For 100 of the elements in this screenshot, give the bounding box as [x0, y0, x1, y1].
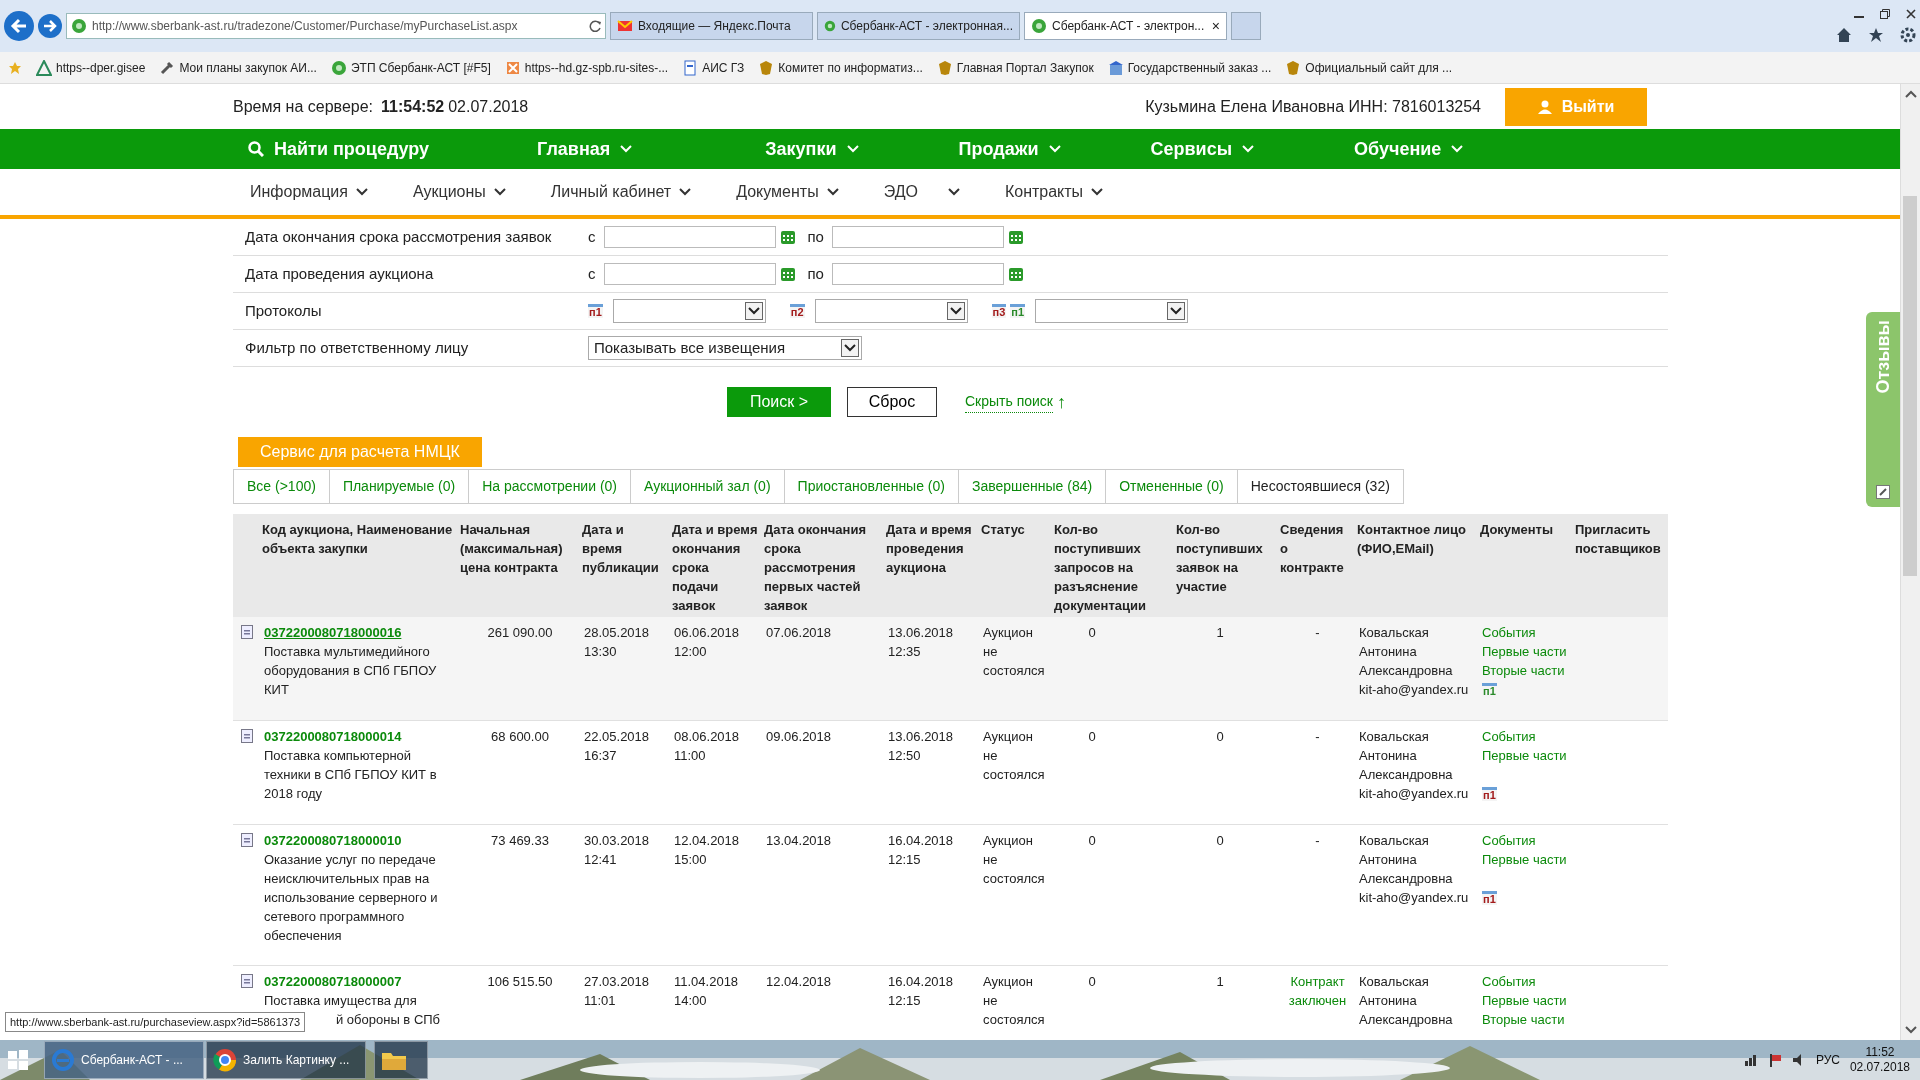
status-tab[interactable]: Несостоявшиеся (32) — [1236, 469, 1404, 504]
close-icon[interactable] — [1906, 9, 1916, 19]
taskbar-app[interactable]: Сбербанк-АСТ - ... — [44, 1041, 204, 1079]
address-bar[interactable]: http://www.sberbank-ast.ru/tradezone/Customer/Purchase/myPurchaseList.aspx — [66, 13, 606, 39]
taskbar-app[interactable] — [374, 1041, 428, 1079]
date-from-field[interactable] — [603, 263, 776, 285]
calendar-icon[interactable] — [1007, 229, 1024, 245]
status-tab[interactable]: Все (>100) — [233, 469, 330, 504]
home-icon[interactable] — [1836, 27, 1852, 43]
search-button[interactable]: Поиск > — [727, 387, 831, 417]
language-indicator[interactable]: РУС — [1815, 1051, 1840, 1069]
document-icon[interactable] — [240, 729, 254, 743]
scroll-down-icon[interactable] — [1904, 1026, 1917, 1034]
hide-search-link[interactable]: Скрыть поиск — [965, 391, 1053, 413]
document-link[interactable]: Первые части — [1482, 746, 1567, 765]
status-tab[interactable]: Аукционный зал (0) — [630, 469, 785, 504]
status-tab[interactable]: Завершенные (84) — [957, 469, 1107, 504]
settings-icon[interactable] — [1900, 27, 1916, 43]
bookmark-link[interactable]: https--dper.gisee — [56, 58, 146, 77]
to-label: по — [807, 263, 824, 284]
browser-tab[interactable]: Сбербанк-АСТ - электронная... — [817, 12, 1020, 40]
forward-button[interactable] — [38, 14, 62, 38]
document-link[interactable]: Первые части — [1482, 850, 1567, 869]
bookmark-link[interactable]: ЭТП Сбербанк-АСТ [#F5] — [350, 58, 491, 77]
contact-email: kit-aho@yandex.ru — [1359, 889, 1470, 907]
bookmark-link[interactable]: Официальный сайт для ... — [1305, 58, 1453, 77]
status-tab[interactable]: На рассмотрении (0) — [468, 469, 631, 504]
status-tab[interactable]: Приостановленные (0) — [783, 469, 959, 504]
date-to-field[interactable] — [831, 263, 1004, 285]
document-link[interactable]: Вторые части — [1482, 1010, 1565, 1029]
calendar-icon[interactable] — [1007, 266, 1024, 282]
document-icon[interactable] — [240, 833, 254, 847]
status-tab[interactable]: Отмененные (0) — [1105, 469, 1238, 504]
auction-code-link[interactable]: 0372200080718000010 — [264, 831, 402, 850]
auction-code-link[interactable]: 0372200080718000007 — [264, 972, 402, 991]
document-link[interactable]: События — [1482, 972, 1536, 991]
network-icon[interactable] — [1743, 1053, 1758, 1067]
bookmark-link[interactable]: Государственный заказ ... — [1127, 58, 1272, 77]
protocol-icon[interactable]: п2 — [789, 304, 805, 318]
browser-tab[interactable]: Сбербанк-АСТ - электрон... × — [1024, 12, 1227, 40]
document-link[interactable]: Вторые части — [1482, 661, 1565, 680]
column-header: Пригласить поставщиков — [1575, 521, 1662, 558]
auction-code-link[interactable]: 0372200080718000014 — [264, 727, 402, 746]
date-from-field[interactable] — [603, 226, 776, 248]
protocol-icon[interactable]: п1 — [1482, 683, 1497, 697]
protocol-icon[interactable]: п1 — [588, 304, 603, 318]
flag-icon[interactable] — [1767, 1053, 1782, 1067]
column-header: Дата и время окончания срока подачи заявок — [672, 521, 759, 615]
submenu-item[interactable]: Документы — [736, 180, 839, 204]
nav-menu-item[interactable]: Обучение — [1354, 135, 1464, 163]
bookmark-link[interactable]: Мои планы закупок АИ... — [179, 58, 317, 77]
bookmark-link[interactable]: Главная Портал Закупок — [956, 58, 1094, 77]
bids-end-date: 06.06.2018 12:00 — [674, 624, 741, 661]
star-icon[interactable] — [1868, 27, 1884, 43]
nav-menu-item[interactable]: Закупки — [765, 135, 859, 163]
contract-link[interactable]: Контракт заключен — [1282, 972, 1353, 1010]
refresh-icon[interactable] — [589, 20, 601, 32]
browser-tab[interactable]: Входящие — Яндекс.Почта — [610, 12, 813, 40]
document-link[interactable]: События — [1482, 727, 1536, 746]
close-tab-button[interactable]: × — [1211, 15, 1220, 37]
auction-code-link[interactable]: 0372200080718000016 — [264, 623, 402, 642]
protocol-icon[interactable]: п1 — [1010, 304, 1026, 318]
responsible-filter-select[interactable]: Показывать все извещения — [588, 336, 862, 360]
reset-button[interactable]: Сброс — [847, 387, 937, 417]
nav-menu-item[interactable]: Продажи — [958, 135, 1061, 163]
scrollbar-thumb[interactable] — [1903, 196, 1917, 576]
bookmark-link[interactable]: https--hd.gz-spb.ru-sites-... — [524, 58, 669, 77]
protocol-icon[interactable]: п3 — [991, 304, 1007, 318]
document-link[interactable]: События — [1482, 623, 1536, 642]
document-icon[interactable] — [240, 625, 254, 639]
protocol-select[interactable] — [1035, 299, 1189, 323]
calendar-icon[interactable] — [779, 229, 796, 245]
bookmark-link[interactable]: АИС ГЗ — [702, 58, 745, 77]
submenu-item[interactable]: Аукционы — [412, 180, 506, 204]
nav-menu-item[interactable]: Сервисы — [1150, 135, 1255, 163]
bookmark-link[interactable]: Комитет по информатиз... — [778, 58, 923, 77]
nav-menu-item[interactable]: Найти процедуру — [248, 135, 430, 163]
submenu-item[interactable]: Информация — [250, 180, 368, 204]
document-link[interactable]: События — [1482, 831, 1536, 850]
document-icon[interactable] — [240, 974, 254, 988]
restore-icon[interactable] — [1880, 9, 1890, 19]
protocol-select[interactable] — [612, 299, 766, 323]
submenu-item[interactable]: Личный кабинет — [550, 180, 692, 204]
protocol-icon[interactable]: п1 — [1482, 891, 1497, 905]
date-to-field[interactable] — [831, 226, 1004, 248]
submenu-item[interactable]: ЭДО — [883, 180, 960, 204]
nav-menu-item[interactable]: Главная — [537, 135, 633, 163]
back-button[interactable] — [4, 11, 34, 41]
document-link[interactable]: Первые части — [1482, 642, 1567, 661]
scroll-up-icon[interactable] — [1904, 90, 1917, 98]
protocol-select[interactable] — [814, 299, 968, 323]
contract-info: - — [1314, 624, 1321, 642]
status-tab[interactable]: Планируемые (0) — [328, 469, 470, 504]
calendar-icon[interactable] — [779, 266, 796, 282]
filter-label: Дата проведения аукциона — [244, 263, 435, 284]
protocol-icon[interactable]: п1 — [1482, 787, 1497, 801]
document-link[interactable]: Первые части — [1482, 991, 1567, 1010]
favorites-star-icon[interactable] — [8, 60, 22, 75]
taskbar-app[interactable]: Залить Картинку ... — [206, 1041, 366, 1079]
submenu-item[interactable]: Контракты — [1004, 180, 1104, 204]
